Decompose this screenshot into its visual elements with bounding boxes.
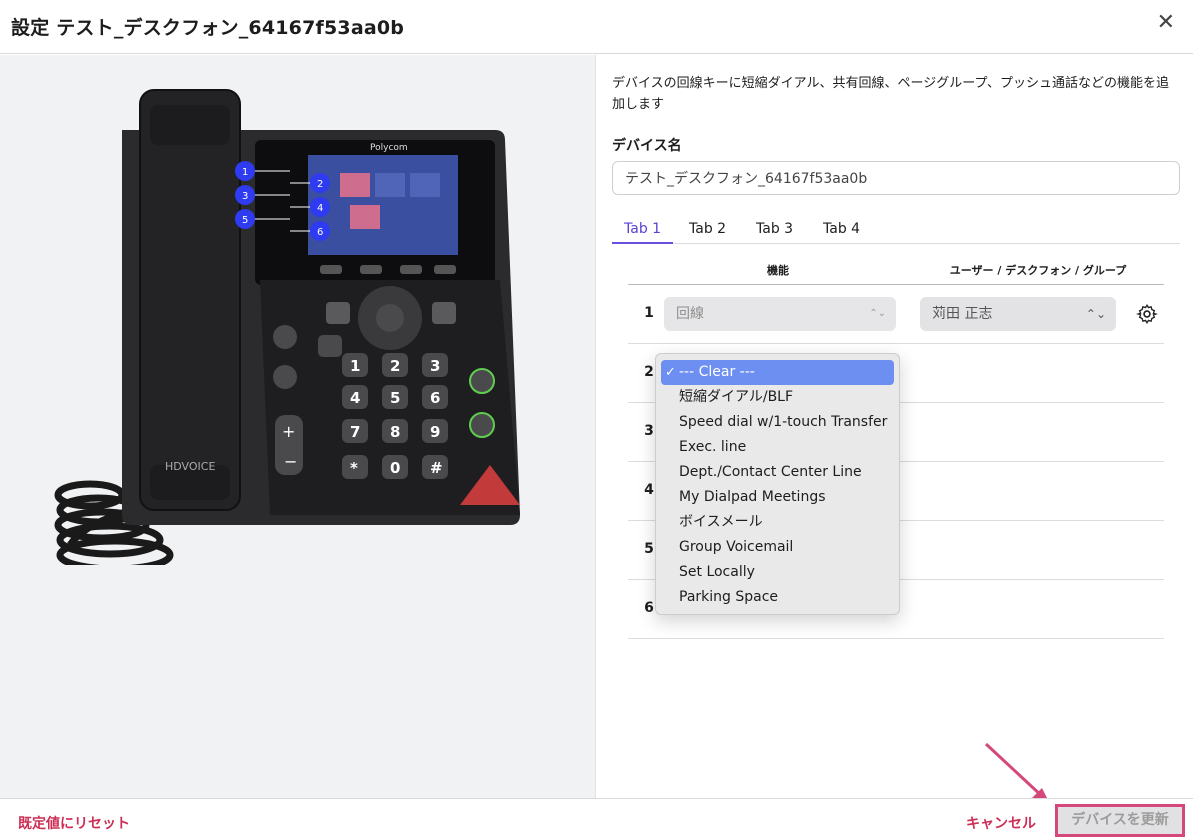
- svg-text:0: 0: [390, 459, 400, 477]
- column-header-function: 機能: [767, 264, 789, 277]
- function-select-value: 回線: [676, 306, 704, 322]
- svg-text:3: 3: [430, 357, 440, 375]
- svg-text:#: #: [430, 459, 443, 477]
- updown-chevron-icon: ⌃⌄: [1085, 307, 1106, 321]
- row-number: 3: [644, 423, 654, 439]
- dropdown-option-set-locally[interactable]: Set Locally: [661, 560, 894, 585]
- hd-voice-logo: HDVOICE: [165, 460, 215, 473]
- tab-1[interactable]: Tab 1: [612, 219, 674, 244]
- row-number: 6: [644, 600, 654, 616]
- svg-text:4: 4: [350, 389, 360, 407]
- gear-icon[interactable]: [1136, 303, 1158, 325]
- dialog-header: 設定 テスト_デスクフォン_64167f53aa0b ✕: [0, 0, 1193, 54]
- row-number: 1: [644, 305, 654, 321]
- svg-text:−: −: [284, 452, 297, 471]
- table-row: 1 回線 ⌃⌄ 苅田 正志 ⌃⌄: [628, 285, 1164, 344]
- dropdown-option-exec-line[interactable]: Exec. line: [661, 435, 894, 460]
- user-select[interactable]: 苅田 正志 ⌃⌄: [920, 297, 1116, 331]
- svg-text:3: 3: [242, 191, 248, 202]
- row-number: 4: [644, 482, 654, 498]
- cancel-button[interactable]: キャンセル: [966, 813, 1036, 833]
- updown-chevron-icon: ⌃⌄: [869, 308, 886, 319]
- dropdown-option-voicemail[interactable]: ボイスメール: [661, 510, 894, 535]
- dialog-footer: 既定値にリセット キャンセル デバイスを更新: [0, 798, 1193, 840]
- svg-text:9: 9: [430, 423, 440, 441]
- column-header-user: ユーザー / デスクフォン / グループ: [949, 264, 1127, 277]
- reset-defaults-button[interactable]: 既定値にリセット: [18, 813, 130, 833]
- dropdown-option-dept-contact-center[interactable]: Dept./Contact Center Line: [661, 460, 894, 485]
- svg-text:6: 6: [317, 227, 323, 238]
- svg-text:5: 5: [242, 215, 248, 226]
- polycom-logo: Polycom: [370, 143, 408, 153]
- svg-text:2: 2: [317, 179, 323, 190]
- dropdown-option-speed-dial-blf[interactable]: 短縮ダイアル/BLF: [661, 385, 894, 410]
- dropdown-option-parking-space[interactable]: Parking Space: [661, 585, 894, 610]
- svg-text:1: 1: [350, 357, 360, 375]
- close-icon[interactable]: ✕: [1157, 10, 1175, 35]
- dropdown-option-speed-dial-transfer[interactable]: Speed dial w/1-touch Transfer: [661, 410, 894, 435]
- phone-illustration-panel: HDVOICE Polycom 1 2 3 4 5 6 1 2 3 4 5 6 …: [0, 55, 596, 798]
- table-header: 機能 ユーザー / デスクフォン / グループ: [628, 259, 1164, 285]
- dropdown-option-dialpad-meetings[interactable]: My Dialpad Meetings: [661, 485, 894, 510]
- function-dropdown-menu: ✓ --- Clear --- 短縮ダイアル/BLF Speed dial w/…: [655, 353, 900, 615]
- device-name-field[interactable]: [612, 161, 1180, 195]
- function-select[interactable]: 回線 ⌃⌄: [664, 297, 896, 331]
- svg-text:8: 8: [390, 423, 400, 441]
- dropdown-option-clear[interactable]: ✓ --- Clear ---: [661, 360, 894, 385]
- svg-text:7: 7: [350, 423, 360, 441]
- handset: [139, 89, 241, 511]
- desk-phone-image: HDVOICE Polycom 1 2 3 4 5 6 1 2 3 4 5 6 …: [54, 89, 520, 565]
- panel-description: デバイスの回線キーに短縮ダイアル、共有回線、ページグループ、プッシュ通話などの機…: [612, 76, 1170, 112]
- tab-4[interactable]: Tab 4: [811, 219, 872, 244]
- dialog-title: 設定 テスト_デスクフォン_64167f53aa0b: [11, 17, 405, 39]
- svg-text:+: +: [282, 422, 295, 441]
- svg-text:2: 2: [390, 357, 400, 375]
- svg-text:5: 5: [390, 389, 400, 407]
- svg-text:4: 4: [317, 203, 323, 214]
- checkmark-icon: ✓: [665, 365, 676, 380]
- svg-text:1: 1: [242, 167, 248, 178]
- row-number: 5: [644, 541, 654, 557]
- tab-bar: Tab 1 Tab 2 Tab 3 Tab 4: [612, 217, 1180, 244]
- phone-screen: [308, 155, 458, 255]
- tab-3[interactable]: Tab 3: [744, 219, 805, 244]
- user-select-value: 苅田 正志: [932, 306, 993, 322]
- row-number: 2: [644, 364, 654, 380]
- device-name-label: デバイス名: [612, 138, 682, 154]
- dropdown-option-group-voicemail[interactable]: Group Voicemail: [661, 535, 894, 560]
- svg-text:*: *: [350, 459, 358, 477]
- update-device-button[interactable]: デバイスを更新: [1055, 804, 1185, 837]
- svg-text:6: 6: [430, 389, 440, 407]
- tab-2[interactable]: Tab 2: [677, 219, 738, 244]
